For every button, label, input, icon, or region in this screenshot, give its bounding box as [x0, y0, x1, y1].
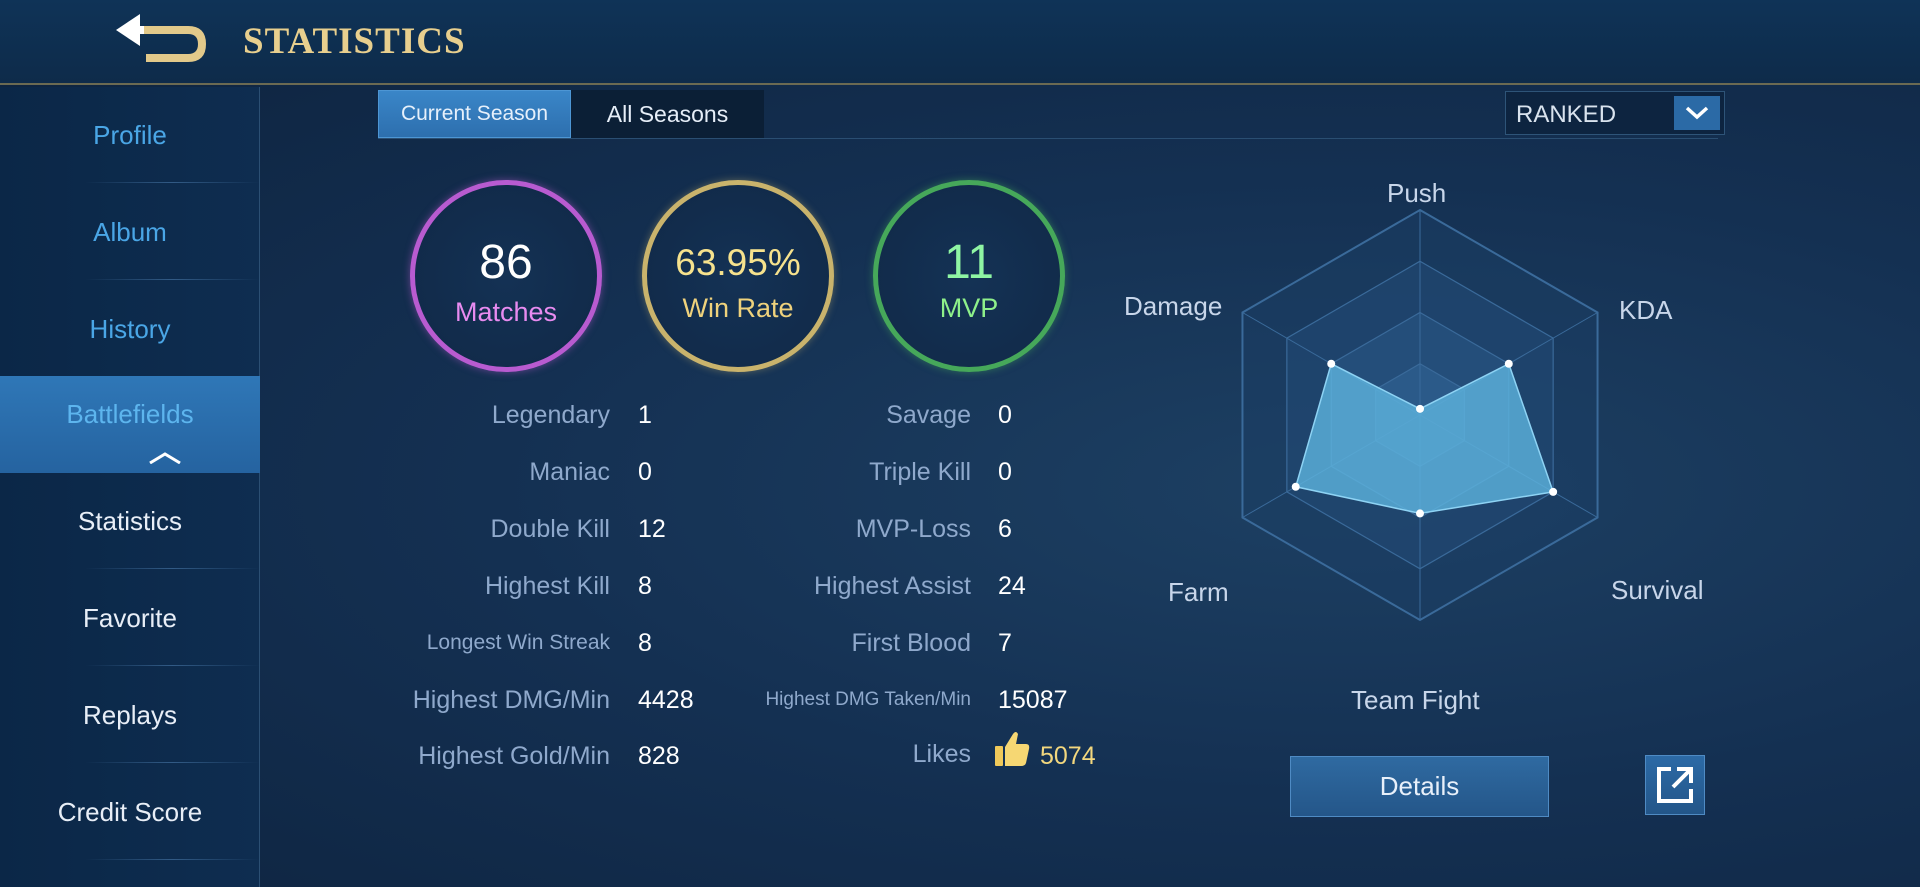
radar-point-survival [1549, 487, 1558, 496]
radar-point-farm [1291, 482, 1300, 491]
season-tabs: Current Season All Seasons [378, 90, 764, 138]
mode-dropdown[interactable]: RANKED [1505, 91, 1725, 135]
stat-value: 8 [638, 629, 652, 657]
stat-label: Savage [886, 401, 971, 429]
sidebar-item-battlefields[interactable]: Battlefields [0, 376, 260, 473]
sidebar-item-label: Statistics [77, 505, 183, 536]
stat-value: 8 [638, 572, 652, 600]
radar-point-push [1416, 404, 1424, 413]
stat-label: Highest Assist [813, 572, 971, 600]
radar-label-kda: KDA [1619, 295, 1673, 325]
stat-label: First Blood [851, 629, 971, 657]
stat-value: 1 [638, 401, 652, 429]
dropdown-button[interactable] [1674, 96, 1720, 130]
radar-label-damage: Damage [1124, 291, 1223, 321]
back-arrow-icon [116, 14, 206, 62]
likes-count: 5074 [1040, 742, 1096, 770]
thumbs-up-icon[interactable] [994, 730, 1030, 768]
page-title: STATISTICS [243, 21, 466, 62]
radar-label-push: Push [1387, 178, 1447, 208]
mode-dropdown-value: RANKED [1516, 101, 1617, 128]
divider [85, 279, 260, 280]
sidebar-item-label: Profile [93, 119, 167, 150]
matches-circle: 86 Matches [410, 180, 602, 372]
divider [85, 665, 260, 666]
mvp-value: 11 [944, 236, 994, 289]
share-button[interactable] [1645, 755, 1705, 815]
radar-label-farm: Farm [1168, 577, 1229, 607]
divider [378, 138, 1718, 139]
stat-value: 12 [638, 515, 666, 543]
tab-all-seasons[interactable]: All Seasons [571, 90, 764, 138]
matches-label: Matches [454, 297, 558, 327]
stat-label: Highest DMG Taken/Min [765, 689, 971, 710]
radar-label-survival: Survival [1611, 575, 1704, 605]
divider [85, 568, 260, 569]
win-rate-value: 63.95% [675, 242, 801, 283]
divider [85, 182, 260, 183]
sidebar-item-replays[interactable]: Replays [0, 667, 260, 763]
stat-label: Highest Kill [484, 572, 610, 600]
stat-label: MVP-Loss [855, 515, 971, 543]
details-button[interactable]: Details [1290, 756, 1549, 817]
divider [85, 859, 260, 860]
sidebar-item-label: Credit Score [57, 796, 203, 827]
sidebar-item-statistics[interactable]: Statistics [0, 473, 260, 569]
radar-label-team-fight: Team Fight [1351, 685, 1480, 715]
sidebar-item-favorite[interactable]: Favorite [0, 570, 260, 666]
sidebar-item-label: Battlefields [66, 399, 194, 429]
sidebar-item-profile[interactable]: Profile [0, 87, 260, 183]
stat-label: Triple Kill [869, 458, 971, 486]
stat-label: Highest DMG/Min [412, 686, 610, 714]
stat-value: 15087 [998, 686, 1068, 714]
stat-value: 0 [998, 458, 1012, 486]
mvp-circle: 11 MVP [873, 180, 1065, 372]
stat-value: 24 [998, 572, 1026, 600]
sidebar-item-label: Replays [83, 699, 177, 730]
back-button[interactable] [110, 12, 210, 72]
stat-label: Highest Gold/Min [418, 742, 610, 770]
chevron-down-icon [1685, 106, 1709, 120]
stat-label: Likes [912, 740, 971, 768]
radar-point-kda [1504, 359, 1513, 368]
radar-point-team-fight [1416, 509, 1424, 518]
divider [85, 762, 260, 763]
sidebar-item-label: Favorite [83, 602, 177, 633]
sidebar-item-label: History [89, 313, 171, 344]
sidebar-item-history[interactable]: History [0, 281, 260, 377]
radar-point-damage [1327, 359, 1336, 368]
tab-current-season[interactable]: Current Season [378, 90, 571, 138]
stat-value: 4428 [638, 686, 694, 714]
win-rate-label: Win Rate [682, 293, 794, 323]
stat-label: Maniac [529, 458, 610, 486]
stat-label: Longest Win Streak [426, 631, 610, 654]
mvp-label: MVP [939, 293, 999, 323]
stat-label: Legendary [491, 401, 610, 429]
share-external-icon [1657, 767, 1693, 803]
radar-chart: Push KDA Survival Team Fight Farm Damage [1124, 170, 1703, 730]
stat-value: 0 [998, 401, 1012, 429]
stat-value: 828 [638, 742, 680, 770]
sidebar-item-credit-score[interactable]: Credit Score [0, 764, 260, 860]
top-bar: STATISTICS [0, 0, 1920, 85]
sidebar-item-album[interactable]: Album [0, 184, 260, 280]
stat-value: 7 [998, 629, 1012, 657]
win-rate-circle: 63.95% Win Rate [642, 180, 834, 372]
chevron-up-icon [149, 452, 181, 464]
stat-value: 0 [638, 458, 652, 486]
matches-value: 86 [479, 236, 533, 289]
radar-svg [1241, 208, 1599, 622]
sidebar-item-label: Album [93, 216, 167, 247]
stat-value: 6 [998, 515, 1012, 543]
sidebar: Profile Album History Battlefields Stati… [0, 87, 260, 887]
stat-label: Double Kill [490, 515, 610, 543]
